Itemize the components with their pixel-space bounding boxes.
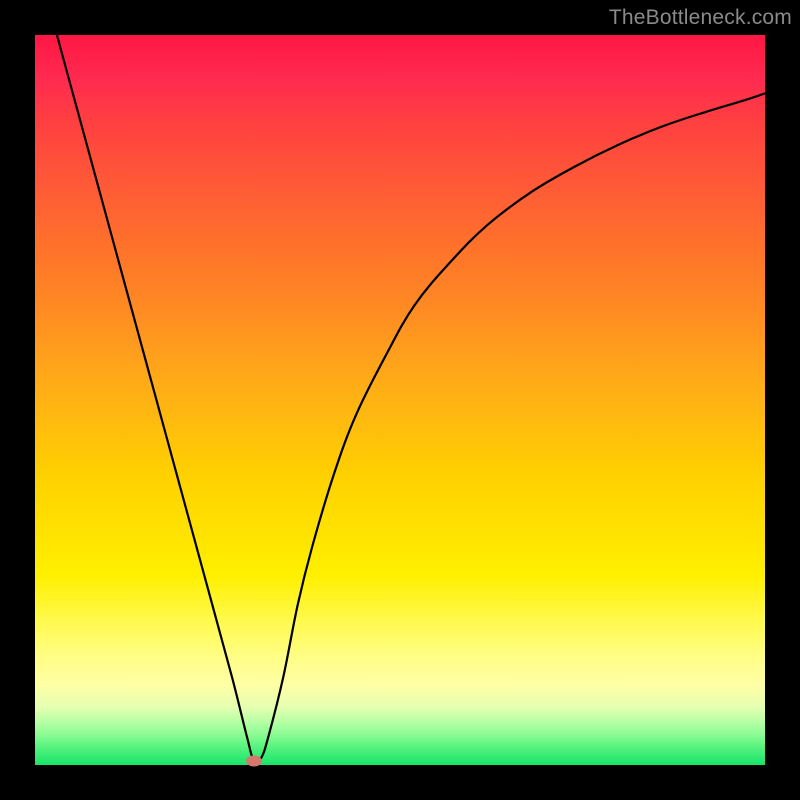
bottleneck-curve: [57, 35, 765, 763]
optimum-marker: [246, 756, 262, 767]
plot-area: [35, 35, 765, 765]
chart-stage: TheBottleneck.com: [0, 0, 800, 800]
watermark-text: TheBottleneck.com: [609, 6, 792, 30]
curve-svg: [35, 35, 765, 765]
